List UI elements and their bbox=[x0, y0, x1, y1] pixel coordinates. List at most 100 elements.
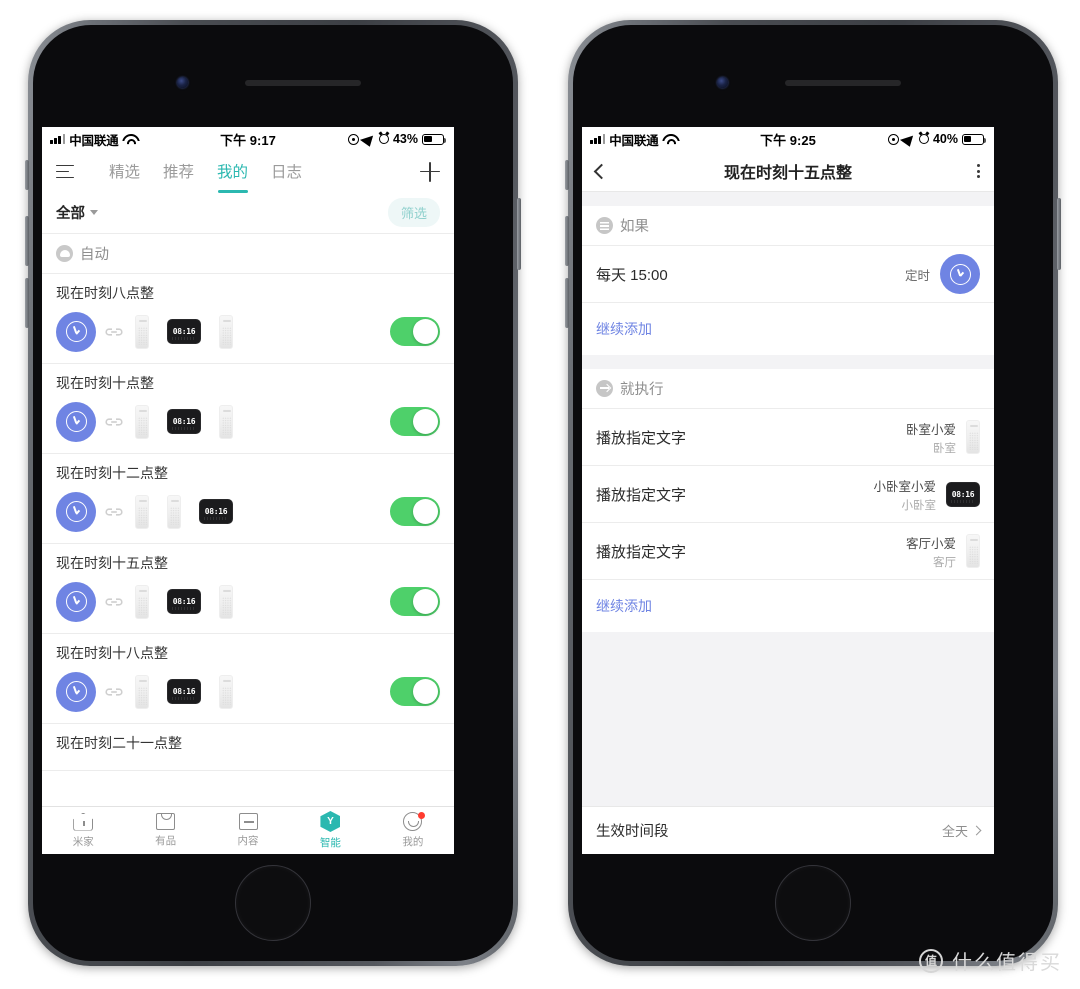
earpiece-speaker-right bbox=[785, 80, 901, 86]
if-section-header: 如果 bbox=[582, 206, 994, 246]
notification-badge bbox=[418, 812, 426, 819]
automation-toggle[interactable] bbox=[390, 317, 440, 346]
earpiece-speaker bbox=[245, 80, 361, 86]
left-status-bar: 中国联通 下午 9:17 43% bbox=[42, 127, 454, 151]
automation-row[interactable]: 现在时刻十八点整 08:16 bbox=[42, 634, 454, 724]
automation-row[interactable]: 现在时刻十二点整 08:16 bbox=[42, 454, 454, 544]
section-header-auto: 自动 bbox=[42, 234, 454, 274]
if-add-button[interactable]: 继续添加 bbox=[582, 303, 994, 355]
chevron-right-icon bbox=[971, 825, 982, 836]
smart-display-thumbnail: 08:16 bbox=[167, 679, 201, 704]
automation-name: 现在时刻十二点整 bbox=[56, 465, 168, 481]
status-time-right: 下午 9:25 bbox=[760, 132, 816, 148]
action-room-name: 小卧室 bbox=[901, 499, 937, 512]
right-phone: 中国联通 下午 9:25 40% 现在时刻十五点整 如果 每天 15:00 定时… bbox=[565, 20, 1061, 966]
tab-youpin[interactable]: 有品 bbox=[124, 813, 206, 848]
automation-toggle[interactable] bbox=[390, 407, 440, 436]
power-button-right[interactable] bbox=[1057, 198, 1061, 270]
more-options-icon[interactable] bbox=[977, 164, 980, 178]
action-row[interactable]: 播放指定文字 卧室小爱 卧室 bbox=[582, 409, 994, 466]
volume-down-button[interactable] bbox=[25, 278, 29, 328]
smart-icon bbox=[320, 811, 341, 832]
smart-display-thumbnail: 08:16 bbox=[167, 589, 201, 614]
right-screen: 中国联通 下午 9:25 40% 现在时刻十五点整 如果 每天 15:00 定时… bbox=[582, 127, 994, 854]
alarm-icon bbox=[378, 134, 389, 144]
tab-jingxuan[interactable]: 精选 bbox=[109, 160, 140, 184]
front-camera-icon bbox=[177, 77, 188, 88]
chevron-down-icon bbox=[90, 210, 98, 215]
tab-mijia[interactable]: 米家 bbox=[42, 812, 124, 849]
action-arrow-icon bbox=[596, 380, 613, 397]
clock-icon bbox=[56, 671, 96, 712]
face-icon bbox=[403, 812, 426, 831]
mute-switch-right[interactable] bbox=[565, 160, 569, 190]
scope-selector[interactable]: 全部 bbox=[56, 202, 98, 223]
tab-wode-bottom[interactable]: 我的 bbox=[372, 812, 454, 849]
automation-name: 现在时刻二十一点整 bbox=[56, 735, 182, 751]
automation-row[interactable]: 现在时刻八点整 08:16 bbox=[42, 274, 454, 364]
if-section-title: 如果 bbox=[620, 219, 649, 235]
automation-row[interactable]: 现在时刻二十一点整 bbox=[42, 724, 454, 771]
tab-rizhi[interactable]: 日志 bbox=[271, 160, 302, 184]
condition-row[interactable]: 每天 15:00 定时 bbox=[582, 246, 994, 303]
home-button-right[interactable] bbox=[775, 865, 851, 941]
filter-bar: 全部 筛选 bbox=[42, 192, 454, 234]
effective-period-value: 全天 bbox=[941, 824, 968, 839]
action-row[interactable]: 播放指定文字 小卧室小爱 小卧室 08:16 bbox=[582, 466, 994, 523]
menu-icon[interactable] bbox=[56, 164, 74, 179]
tab-tuijian[interactable]: 推荐 bbox=[163, 160, 194, 184]
tab-wode[interactable]: 我的 bbox=[217, 160, 248, 184]
home-button[interactable] bbox=[235, 865, 311, 941]
scope-selector-label: 全部 bbox=[56, 206, 85, 222]
link-icon bbox=[103, 507, 125, 517]
top-nav-tabs: 精选 推荐 我的 日志 bbox=[42, 151, 454, 192]
automation-toggle[interactable] bbox=[390, 497, 440, 526]
right-status-bar: 中国联通 下午 9:25 40% bbox=[582, 127, 994, 151]
power-button[interactable] bbox=[517, 198, 521, 270]
screenshot-canvas: 中国联通 下午 9:17 43% 精选 推荐 我的 日志 全部 筛选 自动 现在… bbox=[0, 0, 1080, 989]
volume-down-button-right[interactable] bbox=[565, 278, 569, 328]
tab-zhineng[interactable]: 智能 bbox=[289, 811, 371, 850]
tab-list: 精选 推荐 我的 日志 bbox=[109, 160, 302, 184]
tab-neirong[interactable]: 内容 bbox=[207, 813, 289, 848]
location-services-icon bbox=[347, 133, 359, 145]
clock-icon bbox=[940, 254, 980, 294]
volume-up-button[interactable] bbox=[25, 216, 29, 266]
action-room-name: 客厅 bbox=[933, 556, 956, 569]
filter-button[interactable]: 筛选 bbox=[387, 198, 440, 227]
automation-toggle[interactable] bbox=[390, 587, 440, 616]
action-device-name: 卧室小爱 bbox=[905, 422, 956, 437]
spacer-mid bbox=[582, 355, 994, 369]
automation-row[interactable]: 现在时刻十点整 08:16 bbox=[42, 364, 454, 454]
section-title: 自动 bbox=[80, 247, 109, 263]
automation-list: 现在时刻八点整 08:16 现在时刻十点整 08:16 现在时刻十二点整 08:16 现在时… bbox=[42, 274, 454, 771]
mute-switch[interactable] bbox=[25, 160, 29, 190]
left-phone: 中国联通 下午 9:17 43% 精选 推荐 我的 日志 全部 筛选 自动 现在… bbox=[25, 20, 521, 966]
effective-period-row[interactable]: 生效时间段 全天 bbox=[582, 806, 994, 854]
automation-row[interactable]: 现在时刻十五点整 08:16 bbox=[42, 544, 454, 634]
volume-up-button-right[interactable] bbox=[565, 216, 569, 266]
smart-speaker-thumbnail bbox=[966, 420, 980, 454]
condition-icon bbox=[596, 217, 613, 234]
link-icon bbox=[103, 687, 125, 697]
condition-label: 每天 15:00 bbox=[596, 266, 668, 284]
location-services-icon-right bbox=[887, 133, 899, 145]
smart-speaker-thumbnail bbox=[167, 494, 181, 529]
smart-speaker-thumbnail bbox=[135, 404, 149, 439]
add-icon[interactable] bbox=[420, 161, 440, 182]
tab-mijia-label: 米家 bbox=[72, 835, 94, 848]
automation-toggle[interactable] bbox=[390, 677, 440, 706]
device-thumbnails: 08:16 bbox=[135, 404, 233, 439]
smart-speaker-thumbnail bbox=[219, 404, 233, 439]
smart-speaker-thumbnail bbox=[135, 674, 149, 709]
watermark: 值 什么值得买 bbox=[919, 946, 1062, 975]
smart-display-thumbnail: 08:16 bbox=[946, 481, 980, 507]
clock-icon bbox=[56, 401, 96, 442]
mijia-icon bbox=[56, 245, 73, 262]
tab-youpin-label: 有品 bbox=[155, 835, 177, 847]
then-add-button[interactable]: 继续添加 bbox=[582, 580, 994, 632]
left-phone-frame: 中国联通 下午 9:17 43% 精选 推荐 我的 日志 全部 筛选 自动 现在… bbox=[25, 20, 521, 966]
smart-display-thumbnail: 08:16 bbox=[167, 409, 201, 434]
smart-speaker-thumbnail bbox=[135, 494, 149, 529]
action-row[interactable]: 播放指定文字 客厅小爱 客厅 bbox=[582, 523, 994, 580]
